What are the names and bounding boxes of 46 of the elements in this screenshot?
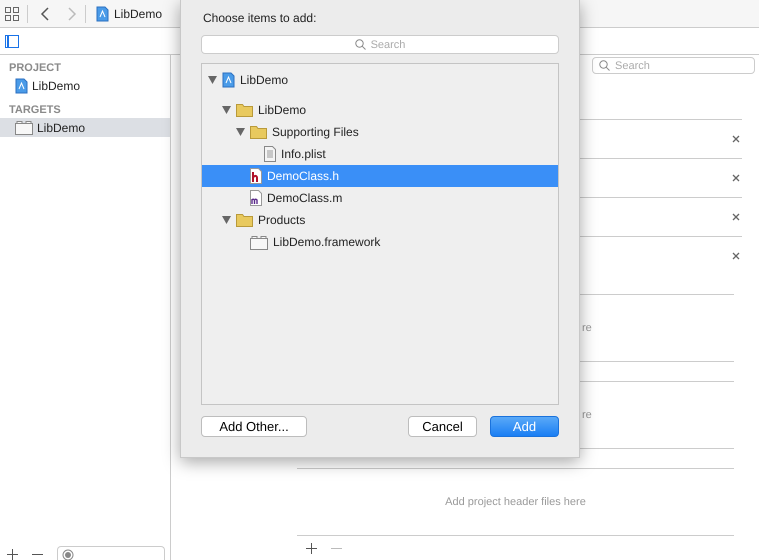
source-file-icon (250, 190, 262, 206)
add-icon[interactable] (7, 549, 18, 560)
remove-icon[interactable] (732, 135, 740, 143)
sidebar-toggle-icon[interactable] (5, 34, 19, 48)
hint-text: re (582, 409, 592, 421)
disclosure-triangle-icon[interactable] (208, 76, 217, 84)
folder-icon (250, 125, 267, 139)
disclosure-triangle-icon[interactable] (236, 128, 245, 136)
section-header: PROJECT (8, 61, 62, 76)
filter-field[interactable] (57, 546, 165, 560)
remove-icon[interactable] (732, 174, 740, 182)
tree-row[interactable]: Info.plist (202, 143, 558, 165)
search-icon (354, 39, 366, 50)
remove-icon[interactable] (732, 252, 740, 260)
dialog-title: Choose items to add: (203, 11, 318, 25)
folder-icon (236, 213, 253, 227)
filter-icon (62, 549, 74, 560)
remove-icon[interactable] (732, 213, 740, 221)
cancel-button[interactable]: Cancel (408, 416, 477, 437)
project-file-icon (15, 78, 28, 94)
tree-row[interactable]: LibDemo (202, 99, 558, 121)
back-icon[interactable] (40, 6, 50, 20)
project-file-icon[interactable] (96, 6, 109, 22)
disclosure-triangle-icon[interactable] (222, 216, 231, 224)
section-header: TARGETS (8, 103, 62, 118)
tree-row[interactable]: LibDemo (202, 65, 558, 95)
search-icon (599, 60, 610, 71)
disclosure-triangle-icon[interactable] (222, 106, 231, 114)
framework-icon (15, 120, 33, 135)
folder-icon (236, 103, 253, 117)
hint-text: Add project header files here (445, 496, 586, 508)
add-other-button[interactable]: Add Other... (201, 416, 307, 437)
add-icon[interactable] (306, 543, 317, 554)
framework-icon (250, 234, 268, 250)
header-file-icon (250, 168, 262, 184)
sidebar-item[interactable]: LibDemo (0, 118, 170, 137)
hint-text: re (582, 322, 592, 334)
tree-row[interactable]: DemoClass.m (202, 187, 558, 209)
breadcrumb[interactable]: LibDemo (114, 6, 162, 20)
tree-row[interactable]: Products (202, 209, 558, 231)
tree-row[interactable]: Supporting Files (202, 121, 558, 143)
sidebar-item[interactable]: LibDemo (0, 76, 170, 95)
grid-icon[interactable] (5, 6, 19, 20)
project-file-icon (222, 72, 235, 88)
tree-row[interactable]: LibDemo.framework (202, 231, 558, 253)
document-icon (264, 146, 276, 162)
